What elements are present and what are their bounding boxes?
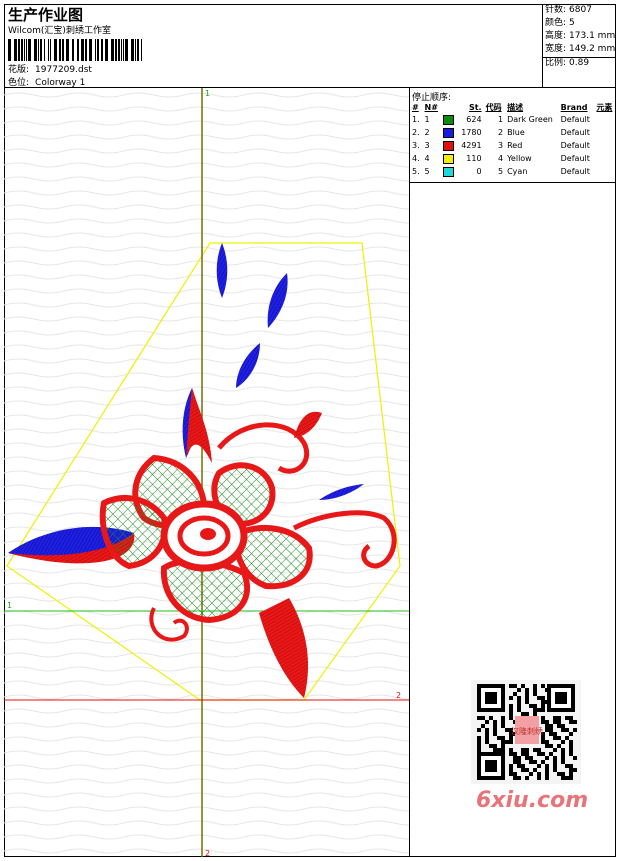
table-row: 3. 3 4291 3 Red Default	[412, 140, 590, 151]
stat-width: 宽度: 149.2 mm	[545, 44, 616, 54]
axis-h-right-label: 2	[396, 691, 401, 700]
table-header-row: # N# St. 代码 描述 Brand 元素	[410, 101, 616, 113]
flower-center-dot	[200, 528, 216, 540]
color-swatch	[443, 140, 455, 151]
stats-divider	[543, 57, 615, 71]
qr-code: 汉隆刺绣	[471, 680, 581, 784]
color-swatch	[443, 114, 455, 125]
page-title: 生产作业图	[8, 6, 84, 24]
qr-center-label: 汉隆刺绣	[511, 726, 543, 736]
colorway-label: 色位:	[8, 78, 30, 88]
table-row: 2. 2 1780 2 Blue Default	[412, 127, 590, 138]
watermark: 6xiu.com	[476, 788, 589, 813]
petal-left	[99, 495, 168, 570]
colorway-line: 色位: Colorway 1	[8, 75, 91, 88]
table-row: 1. 1 624 1 Dark Green Default	[412, 114, 590, 125]
col-code: 代码	[485, 102, 502, 112]
qr-code-graphic: 汉隆刺绣	[477, 684, 577, 780]
sidebar-divider	[410, 182, 616, 183]
color-table: # N# St. 代码 描述 Brand 元素 1. 1 624 1 Dark …	[410, 101, 616, 178]
col-description: 描述	[507, 102, 524, 112]
barcode	[8, 39, 142, 61]
file-value: 1977209.dst	[35, 65, 92, 75]
axis-h-left-label: 1	[7, 601, 12, 610]
header: 生产作业图 Wilcom(汇宝)刺绣工作室 花版: 1977209.dst 色位:…	[4, 4, 616, 88]
axis-v-bottom-label: 2	[205, 849, 210, 857]
file-line: 花版: 1977209.dst	[8, 62, 98, 75]
col-brand: Brand	[560, 102, 588, 112]
stat-colors: 颜色: 5	[545, 18, 575, 28]
color-swatch	[443, 166, 455, 177]
stat-height: 高度: 173.1 mm	[545, 31, 616, 41]
col-stitches: St.	[468, 102, 482, 112]
color-swatch	[443, 127, 455, 138]
col-number: N#	[424, 102, 438, 112]
file-label: 花版:	[8, 65, 30, 75]
axis-v-top-label: 1	[205, 89, 210, 98]
stat-stitches: 针数: 6807	[545, 5, 592, 15]
col-index: #	[412, 102, 419, 112]
fabric-background	[4, 88, 409, 857]
color-swatch	[443, 153, 455, 164]
col-element: 元素	[596, 102, 613, 112]
company-name: Wilcom(汇宝)刺绣工作室	[8, 26, 111, 36]
stats-panel: 针数: 6807 颜色: 5 高度: 173.1 mm 宽度: 149.2 mm 比例:…	[542, 4, 616, 88]
colorway-value: Colorway 1	[35, 78, 86, 88]
table-row: 4. 4 110 4 Yellow Default	[412, 153, 590, 164]
design-canvas: 1 2 1 2	[4, 88, 409, 857]
col-swatch	[441, 101, 457, 113]
table-row: 5. 5 0 5 Cyan Default	[412, 166, 590, 177]
